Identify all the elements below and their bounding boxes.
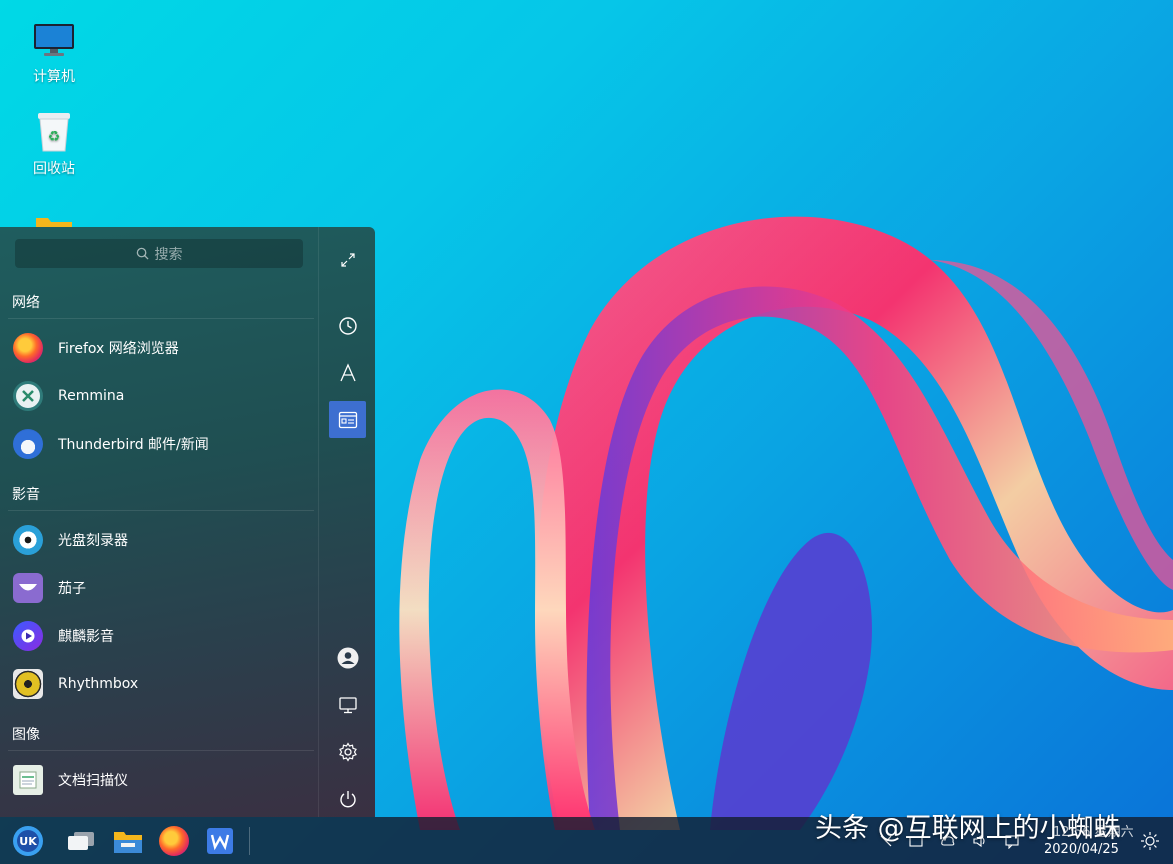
windows-icon [68, 832, 94, 850]
desktop-icon-trash[interactable]: ♻ 回收站 [14, 110, 94, 178]
app-list-panel: 搜索 网络 Firefox 网络浏览器 Remmina Thunderbird … [0, 227, 318, 817]
kylin-logo-icon: UK [13, 826, 43, 856]
start-menu: 搜索 网络 Firefox 网络浏览器 Remmina Thunderbird … [0, 227, 375, 817]
svg-text:♻: ♻ [48, 129, 61, 145]
category-icon [338, 411, 357, 428]
firefox-icon [159, 826, 189, 856]
user-button[interactable] [329, 639, 366, 676]
monitor-icon [32, 18, 76, 62]
computer-button[interactable] [329, 686, 366, 723]
app-item-document-scanner[interactable]: 文档扫描仪 [0, 756, 318, 804]
start-menu-button[interactable]: UK [10, 823, 46, 859]
divider [8, 510, 314, 511]
firefox-icon [13, 333, 43, 363]
app-item-kylin-video[interactable]: 麒麟影音 [0, 612, 318, 660]
app-label: 光盘刻录器 [58, 533, 128, 549]
firefox-taskbar-button[interactable] [156, 823, 192, 859]
search-placeholder: 搜索 [154, 246, 183, 263]
watermark-text: 头条 @互联网上的小蜘蛛 [815, 813, 1121, 844]
app-label: 麒麟影音 [58, 629, 114, 645]
rhythmbox-icon [13, 669, 43, 699]
user-icon [337, 647, 358, 668]
taskbar-separator [249, 827, 250, 855]
power-icon [339, 790, 356, 807]
expand-icon [340, 252, 355, 267]
section-title-media: 影音 [12, 487, 40, 503]
remmina-icon [13, 381, 43, 411]
writer-icon [207, 828, 233, 854]
section-title-network: 网络 [12, 295, 40, 311]
wps-writer-button[interactable] [202, 823, 238, 859]
play-icon [13, 621, 43, 651]
app-label: Rhythmbox [58, 676, 139, 692]
gear-icon [338, 741, 357, 762]
app-label: Firefox 网络浏览器 [58, 341, 179, 357]
search-icon [136, 247, 149, 260]
fullscreen-button[interactable] [329, 241, 366, 278]
night-mode-icon[interactable] [1140, 831, 1160, 851]
disc-burner-icon [13, 525, 43, 555]
divider [8, 318, 314, 319]
scanner-icon [13, 765, 43, 795]
app-item-cheese[interactable]: 茄子 [0, 564, 318, 612]
settings-button[interactable] [329, 733, 366, 770]
recent-view-button[interactable] [329, 307, 366, 344]
clock-icon [338, 316, 357, 335]
app-label: 文档扫描仪 [58, 773, 128, 789]
thunderbird-icon [13, 429, 43, 459]
section-title-graphics: 图像 [12, 727, 40, 743]
folder-icon [114, 832, 142, 853]
app-label: Thunderbird 邮件/新闻 [58, 437, 209, 453]
search-input[interactable]: 搜索 [15, 239, 303, 268]
app-item-firefox[interactable]: Firefox 网络浏览器 [0, 324, 318, 372]
power-button[interactable] [329, 780, 366, 817]
app-item-disc-burner[interactable]: 光盘刻录器 [0, 516, 318, 564]
desktop-icon-label: 回收站 [33, 161, 75, 177]
svg-text:UK: UK [19, 835, 37, 848]
menu-sidebar [318, 227, 375, 817]
app-label: Remmina [58, 388, 125, 404]
file-manager-button[interactable] [110, 823, 146, 859]
trash-icon: ♻ [32, 110, 76, 154]
cheese-icon [13, 573, 43, 603]
app-item-rhythmbox[interactable]: Rhythmbox [0, 660, 318, 708]
letter-a-icon [339, 362, 356, 381]
category-view-button[interactable] [329, 401, 366, 438]
desktop-icon-computer[interactable]: 计算机 [14, 18, 94, 86]
app-item-remmina[interactable]: Remmina [0, 372, 318, 420]
desktop-icon-label: 计算机 [33, 69, 75, 85]
alphabet-view-button[interactable] [329, 354, 366, 391]
monitor-icon [338, 696, 357, 713]
app-label: 茄子 [58, 581, 86, 597]
divider [8, 750, 314, 751]
multitask-view-button[interactable] [63, 823, 99, 859]
app-item-thunderbird[interactable]: Thunderbird 邮件/新闻 [0, 420, 318, 468]
